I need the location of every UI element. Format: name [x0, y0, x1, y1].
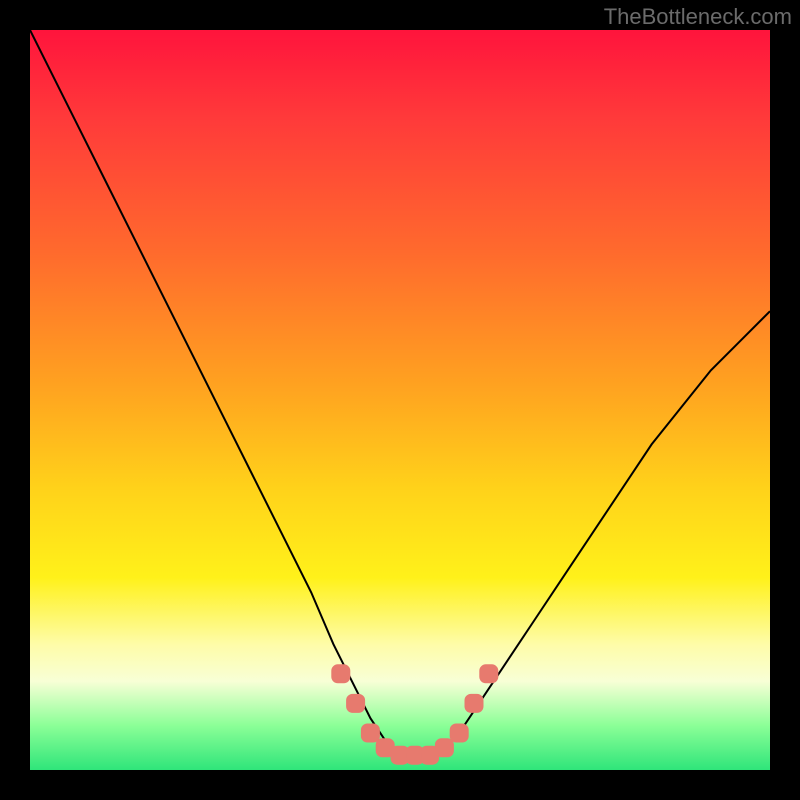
- valley-marker: [450, 724, 468, 742]
- valley-marker: [361, 724, 379, 742]
- valley-marker: [480, 665, 498, 683]
- valley-marker: [435, 739, 453, 757]
- valley-marker: [347, 694, 365, 712]
- curve-layer: [30, 30, 770, 770]
- plot-area: [30, 30, 770, 770]
- valley-marker: [332, 665, 350, 683]
- valley-markers: [332, 665, 498, 764]
- watermark-text: TheBottleneck.com: [604, 4, 792, 30]
- bottleneck-curve: [30, 30, 770, 755]
- chart-frame: TheBottleneck.com: [0, 0, 800, 800]
- valley-marker: [465, 694, 483, 712]
